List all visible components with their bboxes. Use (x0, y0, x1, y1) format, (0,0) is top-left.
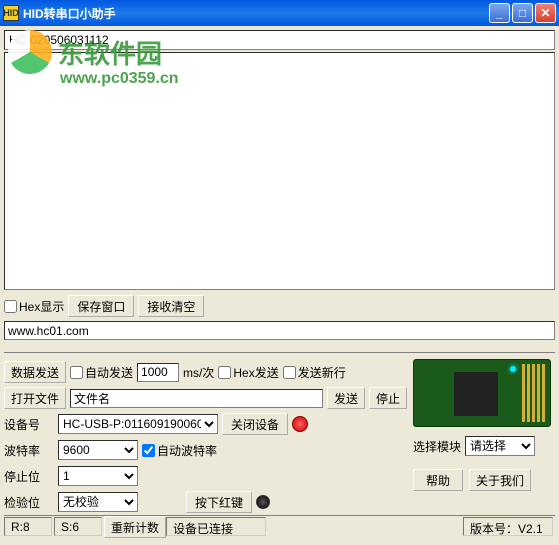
send-button[interactable]: 发送 (327, 387, 365, 409)
parity-label: 检验位 (4, 494, 54, 511)
app-icon: HID (3, 5, 19, 21)
recount-button[interactable]: 重新计数 (104, 516, 166, 538)
status-bar: R:8 S:6 重新计数 设备已连接 版本号：V2.1 (4, 515, 555, 537)
stop-bit-select[interactable]: 1 (58, 466, 138, 486)
pcb-led-icon (510, 366, 516, 372)
hex-display-checkbox[interactable]: Hex显示 (4, 298, 64, 315)
stop-button[interactable]: 停止 (369, 387, 407, 409)
send-newline-checkbox[interactable]: 发送新行 (283, 364, 346, 381)
status-version: 版本号：V2.1 (463, 517, 553, 536)
select-module-label: 选择模块 (413, 438, 461, 455)
status-connected: 设备已连接 (166, 517, 266, 536)
device-info-line: HC-020506031112 (4, 30, 555, 50)
close-device-button[interactable]: 关闭设备 (222, 413, 288, 435)
file-name-input[interactable] (70, 389, 323, 408)
interval-unit-label: ms/次 (183, 364, 214, 381)
auto-send-label: 自动发送 (85, 364, 133, 381)
auto-baud-checkbox[interactable]: 自动波特率 (142, 442, 217, 459)
auto-baud-label: 自动波特率 (157, 442, 217, 459)
send-newline-label: 发送新行 (298, 364, 346, 381)
baud-rate-label: 波特率 (4, 442, 54, 459)
minimize-button[interactable]: _ (489, 3, 510, 23)
module-pcb-image (413, 359, 551, 427)
parity-select[interactable]: 无校验 (58, 492, 138, 512)
clear-receive-button[interactable]: 接收清空 (138, 295, 204, 317)
close-button[interactable]: ✕ (535, 3, 556, 23)
stop-bit-label: 停止位 (4, 468, 54, 485)
maximize-button[interactable]: □ (512, 3, 533, 23)
save-window-button[interactable]: 保存窗口 (68, 295, 134, 317)
black-indicator-icon (256, 495, 270, 509)
data-send-button[interactable]: 数据发送 (4, 361, 66, 383)
open-file-button[interactable]: 打开文件 (4, 387, 66, 409)
status-r-count: R:8 (4, 517, 52, 536)
auto-send-checkbox[interactable]: 自动发送 (70, 364, 133, 381)
hex-send-label: Hex发送 (233, 364, 278, 381)
titlebar: HID HID转串口小助手 _ □ ✕ (0, 0, 559, 26)
device-id-label: 设备号 (4, 416, 54, 433)
status-s-count: S:6 (54, 517, 102, 536)
about-us-button[interactable]: 关于我们 (469, 469, 531, 491)
site-url-input[interactable] (4, 321, 555, 340)
window-title: HID转串口小助手 (23, 5, 489, 22)
status-red-indicator-icon (292, 416, 308, 432)
hex-display-label: Hex显示 (19, 298, 64, 315)
help-button[interactable]: 帮助 (413, 469, 463, 491)
send-interval-input[interactable] (137, 363, 179, 382)
pcb-antenna-icon (522, 364, 546, 422)
press-red-key-button[interactable]: 按下红键 (186, 491, 252, 513)
receive-textarea[interactable] (4, 52, 555, 290)
hex-send-checkbox[interactable]: Hex发送 (218, 364, 278, 381)
pcb-chip-icon (454, 372, 498, 416)
baud-rate-select[interactable]: 9600 (58, 440, 138, 460)
device-id-select[interactable]: HC-USB-P:011609190060 (58, 414, 218, 434)
select-module-select[interactable]: 请选择 (465, 436, 535, 456)
